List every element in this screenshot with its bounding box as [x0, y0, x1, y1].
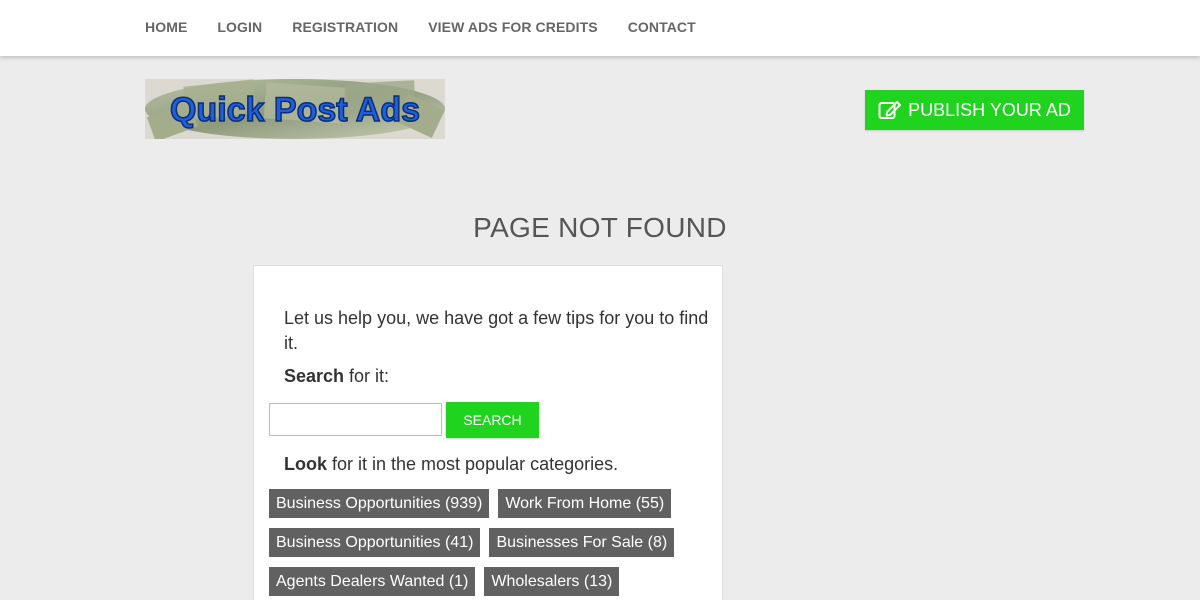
svg-text:Quick Post Ads: Quick Post Ads — [170, 91, 420, 129]
tip-text: Let us help you, we have got a few tips … — [284, 308, 709, 353]
nav-link-registration[interactable]: REGISTRATION — [292, 19, 398, 35]
search-button[interactable]: SEARCH — [446, 402, 539, 438]
nav-item-home: HOME — [145, 19, 187, 37]
search-instruction-bold: Search — [284, 366, 345, 386]
nav-item-login: LOGIN — [217, 19, 262, 37]
search-instruction: Search for it: — [284, 366, 389, 387]
category-row: Business Opportunities (939) Work From H… — [269, 489, 709, 518]
category-link[interactable]: Work From Home (55) — [498, 489, 672, 518]
nav-item-view-ads: VIEW ADS FOR CREDITS — [428, 19, 598, 37]
categories-instruction: Look for it in the most popular categori… — [284, 454, 618, 475]
category-link[interactable]: Business Opportunities (939) — [269, 489, 490, 518]
search-instruction-rest: for it: — [344, 366, 390, 386]
categories-instruction-rest: for it in the most popular categories. — [327, 454, 619, 474]
top-navigation: HOME LOGIN REGISTRATION VIEW ADS FOR CRE… — [0, 0, 1200, 56]
edit-icon — [878, 101, 902, 119]
category-link[interactable]: Agents Dealers Wanted (1) — [269, 567, 476, 596]
logo-image: Quick Post Ads — [145, 79, 445, 139]
page-title: PAGE NOT FOUND — [473, 212, 727, 243]
site-logo[interactable]: Quick Post Ads — [145, 79, 445, 139]
not-found-card: Let us help you, we have got a few tips … — [253, 265, 723, 600]
nav-link-contact[interactable]: CONTACT — [628, 19, 696, 35]
publish-button-label: PUBLISH YOUR AD — [908, 99, 1071, 120]
publish-your-ad-button[interactable]: PUBLISH YOUR AD — [865, 90, 1084, 130]
nav-link-home[interactable]: HOME — [145, 19, 187, 35]
search-input[interactable] — [269, 403, 442, 436]
category-row: Business Opportunities (41) Businesses F… — [269, 528, 709, 557]
category-link[interactable]: Businesses For Sale (8) — [489, 528, 675, 557]
nav-menu: HOME LOGIN REGISTRATION VIEW ADS FOR CRE… — [145, 0, 726, 56]
category-row: Agents Dealers Wanted (1) Wholesalers (1… — [269, 567, 709, 596]
nav-item-registration: REGISTRATION — [292, 19, 398, 37]
categories-instruction-bold: Look — [284, 454, 327, 474]
nav-link-view-ads-for-credits[interactable]: VIEW ADS FOR CREDITS — [428, 19, 598, 35]
nav-link-login[interactable]: LOGIN — [217, 19, 262, 35]
category-link[interactable]: Business Opportunities (41) — [269, 528, 481, 557]
popular-categories: Business Opportunities (939) Work From H… — [269, 489, 709, 600]
nav-item-contact: CONTACT — [628, 19, 696, 37]
category-link[interactable]: Wholesalers (13) — [484, 567, 620, 596]
